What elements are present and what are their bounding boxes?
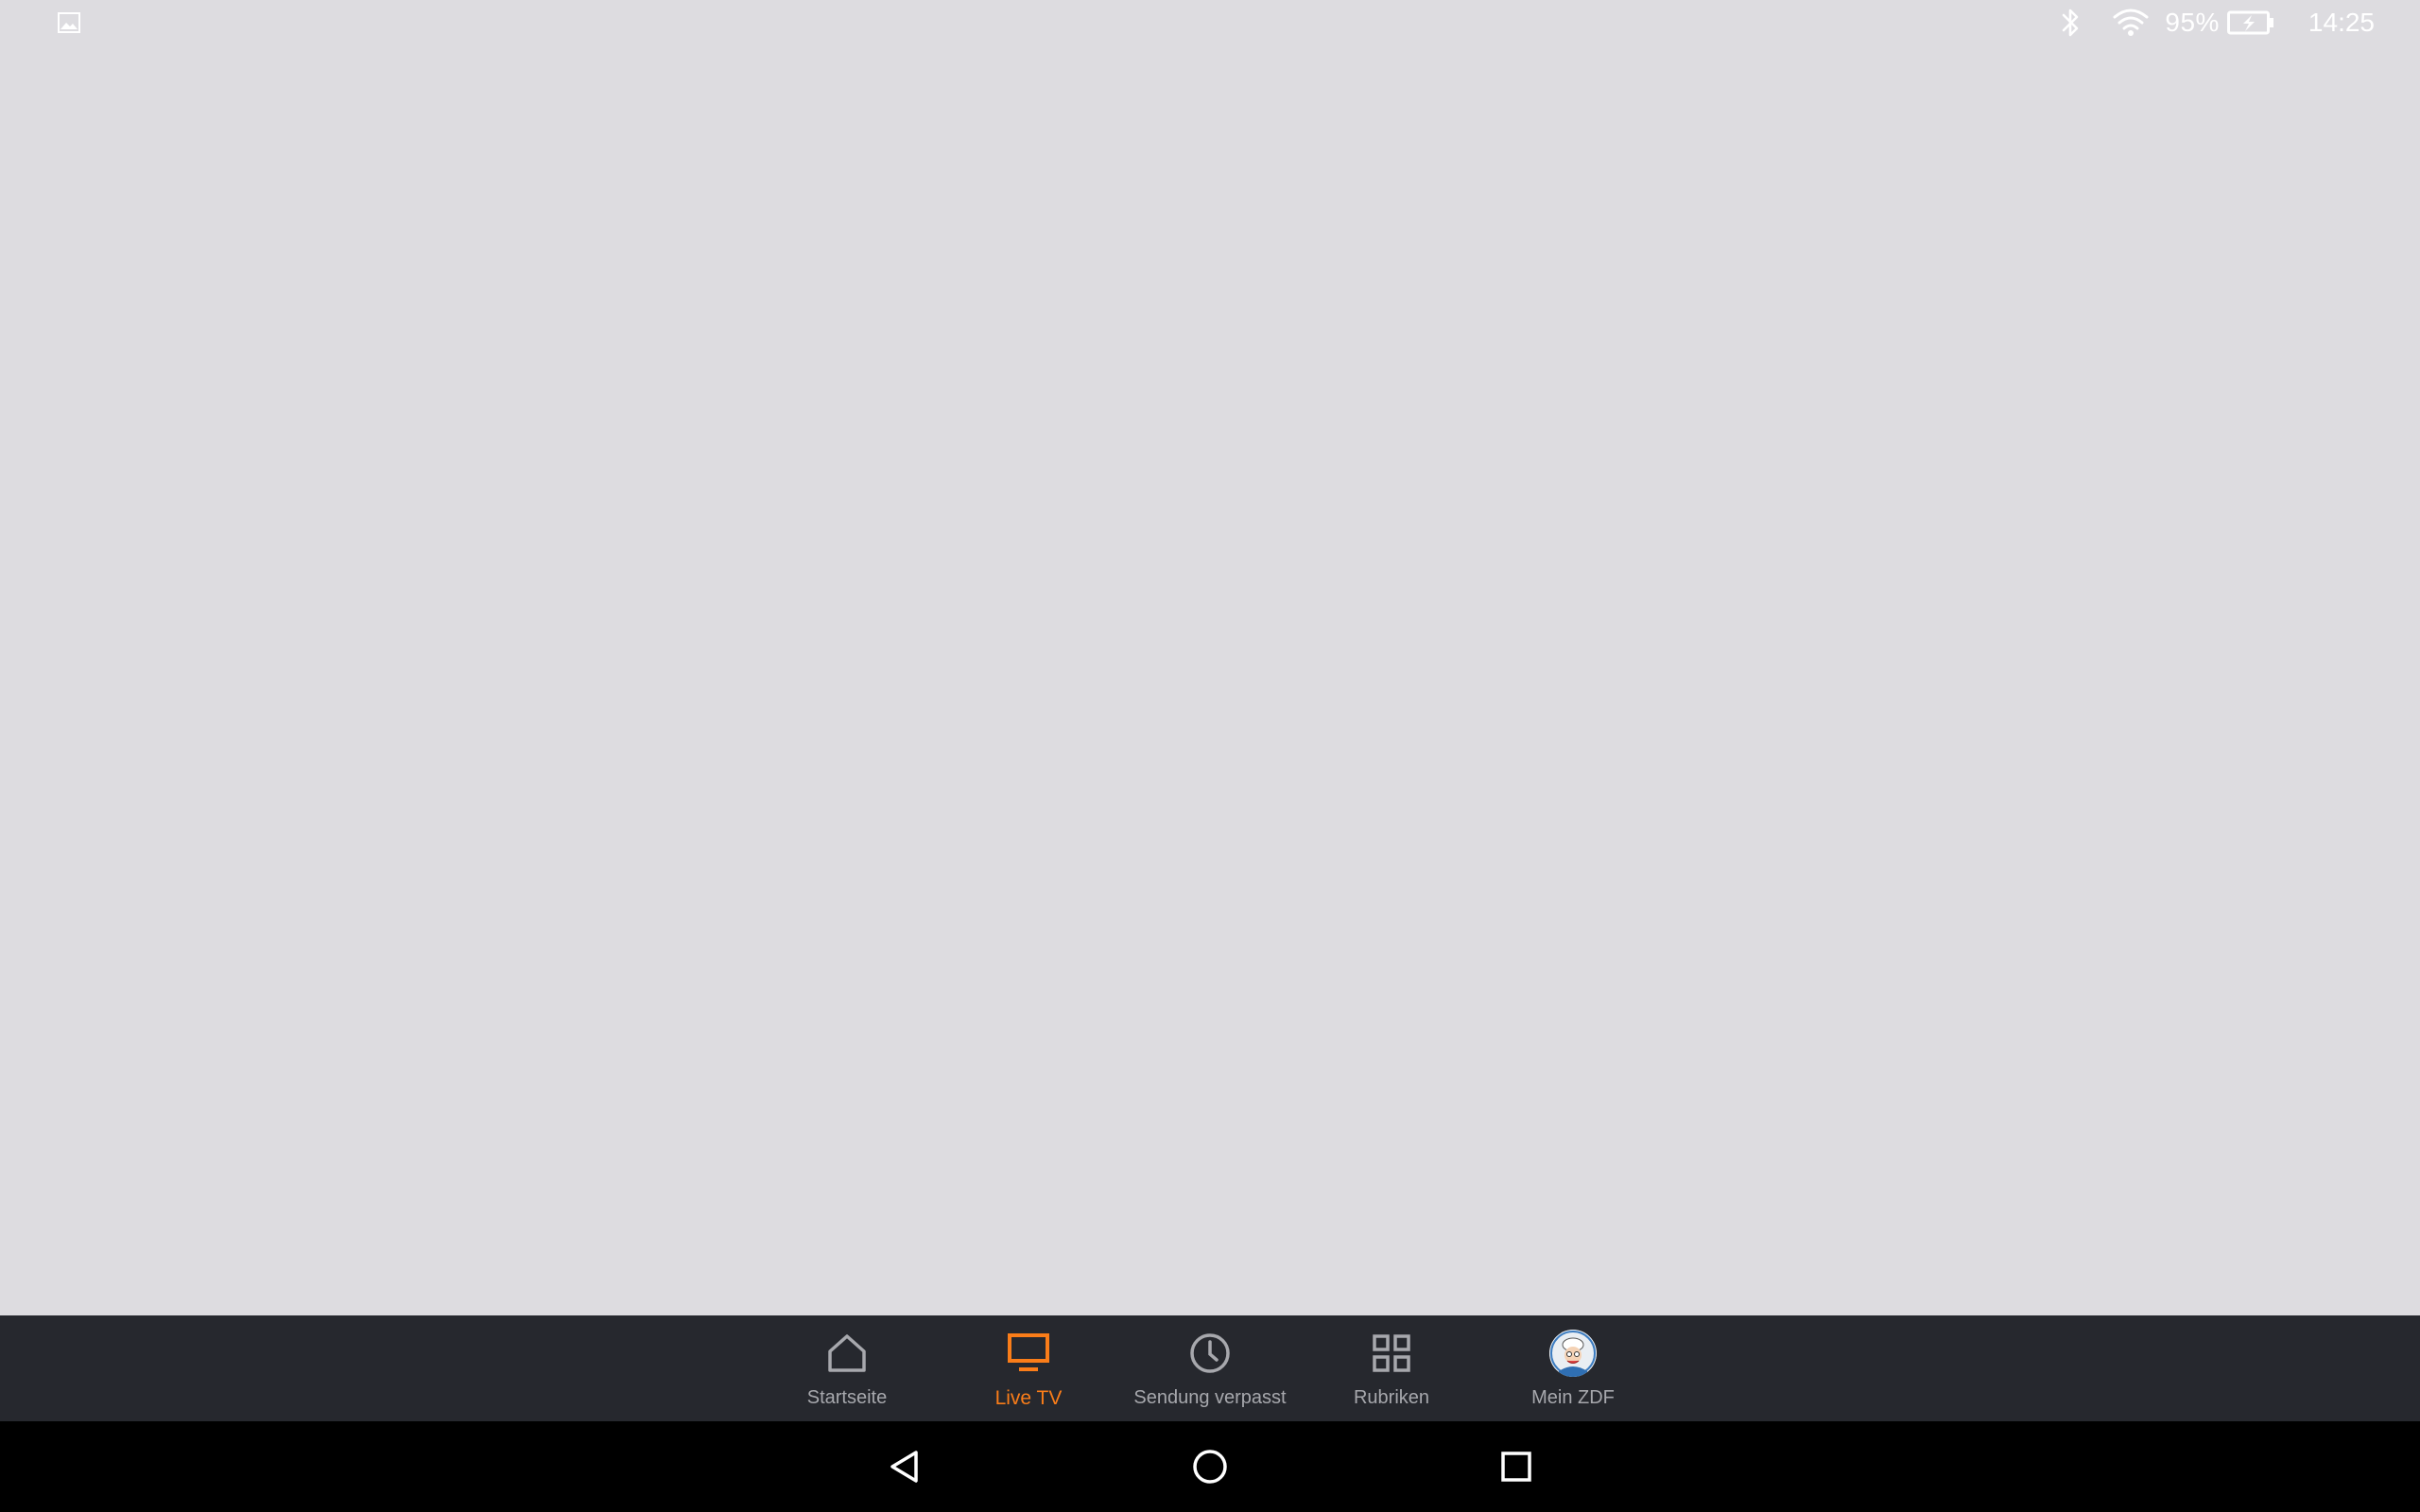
nav-label-startseite: Startseite bbox=[806, 1387, 888, 1408]
nav-item-startseite[interactable]: Startseite bbox=[757, 1315, 937, 1421]
app-screen: 95% 14:25 Startseite Live TV Sendung ver… bbox=[0, 0, 2420, 1512]
nav-label-rubriken: Rubriken bbox=[1353, 1387, 1430, 1408]
clock-icon bbox=[1185, 1329, 1235, 1378]
tv-icon bbox=[1004, 1329, 1053, 1378]
battery-charging-icon bbox=[2226, 10, 2273, 35]
system-navigation-bar bbox=[0, 1421, 2420, 1512]
clock: 14:25 bbox=[2308, 8, 2375, 37]
bottom-navigation: Startseite Live TV Sendung verpasst Rubr… bbox=[0, 1315, 2420, 1421]
status-icons: 95% 14:25 bbox=[2057, 0, 2375, 45]
nav-item-sendung-verpasst[interactable]: Sendung verpasst bbox=[1120, 1315, 1300, 1421]
main-content bbox=[0, 45, 2420, 1315]
grid-icon bbox=[1367, 1329, 1416, 1378]
status-bar: 95% 14:25 bbox=[0, 0, 2420, 45]
nav-item-mein-zdf[interactable]: Mein ZDF bbox=[1483, 1315, 1663, 1421]
nav-label-sendung-verpasst: Sendung verpasst bbox=[1133, 1387, 1287, 1408]
back-icon[interactable] bbox=[881, 1444, 926, 1489]
wifi-icon bbox=[2113, 9, 2149, 36]
nav-label-live-tv: Live TV bbox=[994, 1387, 1063, 1409]
battery-percent: 95% bbox=[2165, 8, 2220, 37]
bluetooth-icon bbox=[2063, 9, 2079, 37]
home-icon bbox=[822, 1329, 872, 1378]
recents-icon[interactable] bbox=[1494, 1444, 1539, 1489]
image-icon bbox=[57, 11, 81, 34]
avatar-icon bbox=[1548, 1329, 1598, 1378]
home-circle-icon[interactable] bbox=[1187, 1444, 1233, 1489]
nav-label-mein-zdf: Mein ZDF bbox=[1531, 1387, 1615, 1408]
nav-item-rubriken[interactable]: Rubriken bbox=[1302, 1315, 1481, 1421]
nav-item-live-tv[interactable]: Live TV bbox=[939, 1315, 1118, 1421]
